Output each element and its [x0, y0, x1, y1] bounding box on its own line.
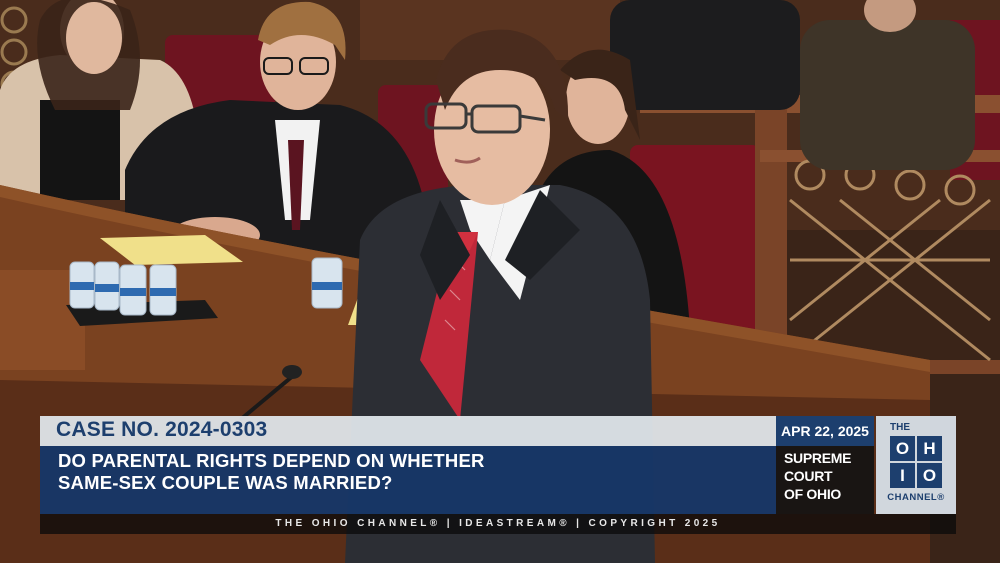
- headline-line-1: DO PARENTAL RIGHTS DEPEND ON WHETHER: [58, 450, 485, 471]
- headline-box: DO PARENTAL RIGHTS DEPEND ON WHETHER SAM…: [40, 446, 776, 514]
- info-box: APR 22, 2025 SUPREME COURT OF OHIO: [776, 416, 874, 514]
- credit-bar: THE OHIO CHANNEL® | IDEASTREAM® | COPYRI…: [40, 514, 956, 534]
- court-line-3: OF OHIO: [784, 486, 842, 502]
- logo-channel: CHANNEL®: [887, 492, 945, 503]
- lower-third: CASE NO. 2024-0303 DO PARENTAL RIGHTS DE…: [40, 416, 956, 514]
- logo-the: THE: [890, 422, 910, 433]
- ohio-channel-logo: THE O H I O CHANNEL®: [876, 416, 956, 514]
- date-bar: APR 22, 2025: [776, 416, 874, 446]
- logo-grid: O H I O: [890, 436, 942, 488]
- court-line-1: SUPREME: [784, 450, 852, 466]
- logo-letter: H: [917, 436, 942, 461]
- logo-letter: O: [890, 436, 915, 461]
- court-line-2: COURT: [784, 468, 833, 484]
- case-number-bar: CASE NO. 2024-0303: [40, 416, 776, 446]
- headline-line-2: SAME-SEX COUPLE WAS MARRIED?: [58, 472, 393, 493]
- microphone-head: [282, 365, 302, 379]
- credit-text: THE OHIO CHANNEL® | IDEASTREAM® | COPYRI…: [275, 518, 721, 529]
- logo-letter: O: [917, 463, 942, 488]
- logo-letter: I: [890, 463, 915, 488]
- case-number: CASE NO. 2024-0303: [56, 418, 268, 441]
- date-text: APR 22, 2025: [781, 423, 869, 439]
